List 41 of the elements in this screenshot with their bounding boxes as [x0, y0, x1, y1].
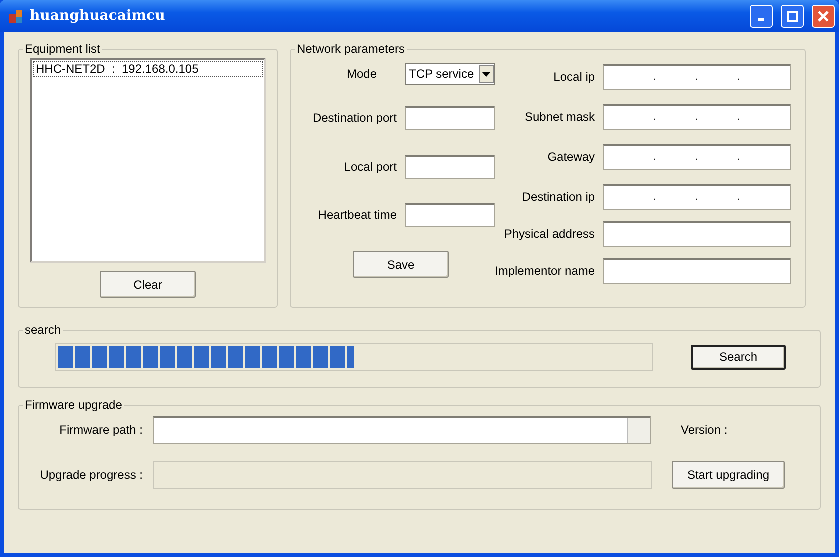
- field-label: Physical address: [504, 227, 596, 241]
- close-button[interactable]: [812, 4, 835, 28]
- input-field[interactable]: [405, 203, 495, 227]
- close-icon[interactable]: [818, 10, 829, 22]
- input-field[interactable]: [603, 258, 792, 284]
- maximize-button[interactable]: [781, 4, 804, 28]
- field-label: Gateway: [548, 150, 596, 164]
- input-field[interactable]: [405, 106, 495, 130]
- ip-field[interactable]: . . .: [603, 144, 792, 170]
- mode-dropdown[interactable]: TCP service: [405, 63, 495, 85]
- list-item[interactable]: HHC-NET2D : 192.168.0.105: [33, 61, 263, 77]
- clear-button[interactable]: Clear: [100, 271, 196, 298]
- start-upgrading-button[interactable]: Start upgrading: [672, 461, 785, 489]
- field-label: Local ip: [554, 70, 596, 84]
- group-title: search: [23, 323, 64, 337]
- field-label: Heartbeat time: [318, 208, 397, 222]
- ip-field[interactable]: . . .: [603, 104, 792, 130]
- group-title: Firmware upgrade: [24, 398, 124, 412]
- field-label: Destination ip: [522, 190, 596, 204]
- equipment-listbox[interactable]: HHC-NET2D : 192.168.0.105: [30, 58, 266, 263]
- input-field[interactable]: [405, 155, 495, 179]
- field-label: Upgrade progress :: [39, 468, 143, 482]
- group-title: Network parameters: [296, 42, 406, 56]
- maximize-icon[interactable]: [787, 10, 798, 22]
- field-label: Implementor name: [495, 264, 596, 278]
- path-field[interactable]: [153, 416, 651, 444]
- field-label: Mode: [346, 67, 377, 81]
- input-field[interactable]: [603, 221, 792, 247]
- ip-field[interactable]: . . .: [603, 184, 792, 210]
- group-title: Equipment list: [24, 42, 102, 56]
- field-label: Subnet mask: [525, 110, 596, 124]
- field-label: Local port: [344, 160, 397, 174]
- app-icon: [8, 8, 24, 24]
- field-label: Firmware path :: [58, 423, 143, 437]
- field-label: Version :: [681, 423, 728, 437]
- window-title: huanghuacaimcu: [30, 8, 166, 24]
- minimize-button[interactable]: [750, 4, 773, 28]
- field-label: Destination port: [312, 111, 397, 125]
- save-button[interactable]: Save: [353, 251, 449, 278]
- ip-field[interactable]: . . .: [603, 64, 792, 90]
- search-button[interactable]: Search: [691, 344, 786, 370]
